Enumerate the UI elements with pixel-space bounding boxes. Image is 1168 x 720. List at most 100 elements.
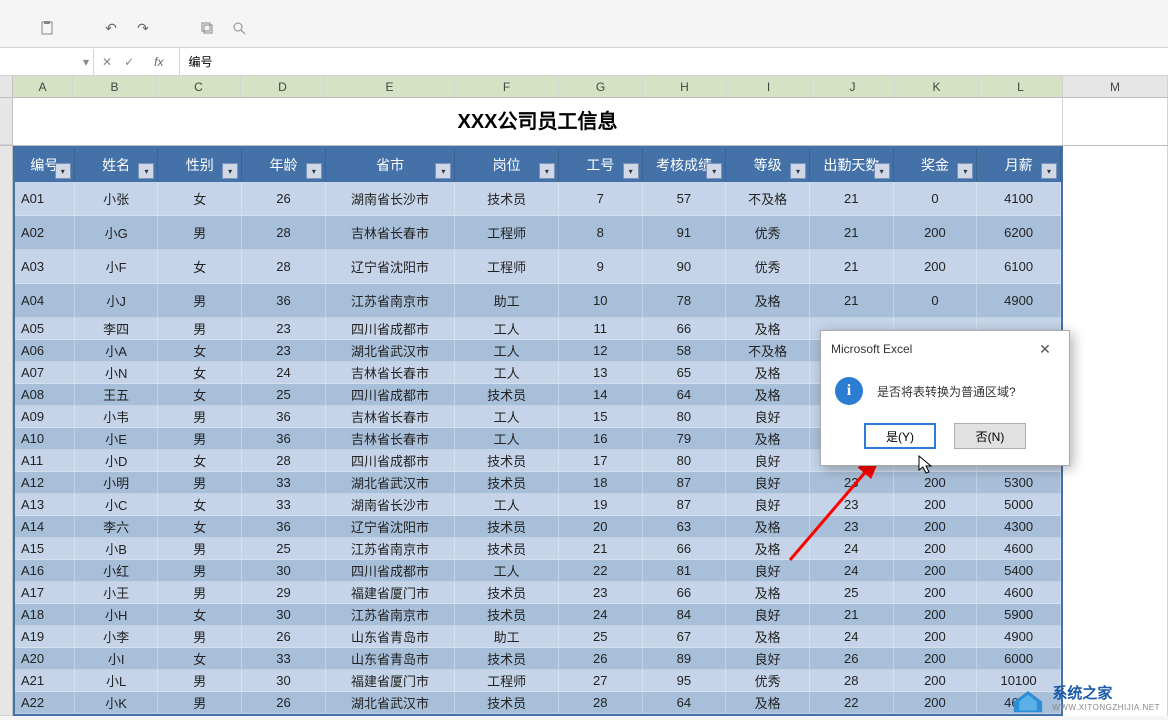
cell-wid[interactable]: 25 (559, 626, 643, 648)
col-header-J[interactable]: J (811, 76, 895, 97)
cell-name[interactable]: 小F (75, 250, 159, 284)
cell-job[interactable]: 工人 (455, 340, 559, 362)
cell-score[interactable]: 87 (643, 472, 727, 494)
table-row[interactable]: A22小K男26湖北省武汉市技术员2864及格222004600 (15, 692, 1061, 714)
table-row[interactable]: A17小王男29福建省厦门市技术员2366及格252004600 (15, 582, 1061, 604)
cell-job[interactable]: 工程师 (455, 216, 559, 250)
cell-age[interactable]: 24 (242, 362, 326, 384)
cell-grade[interactable]: 良好 (726, 494, 810, 516)
cell-bonus[interactable]: 200 (894, 626, 978, 648)
cell-wid[interactable]: 24 (559, 604, 643, 626)
cell-age[interactable]: 33 (242, 472, 326, 494)
cell-bonus[interactable]: 0 (894, 284, 978, 318)
cell-wid[interactable]: 18 (559, 472, 643, 494)
col-header-M[interactable]: M (1063, 76, 1168, 97)
cell-days[interactable]: 21 (810, 284, 894, 318)
cell-job[interactable]: 助工 (455, 284, 559, 318)
table-row[interactable]: A12小明男33湖北省武汉市技术员1887良好232005300 (15, 472, 1061, 494)
table-row[interactable]: A16小红男30四川省成都市工人2281良好242005400 (15, 560, 1061, 582)
cell-score[interactable]: 91 (643, 216, 727, 250)
cell-name[interactable]: 小C (75, 494, 159, 516)
select-all-corner[interactable] (0, 76, 13, 97)
cell-prov[interactable]: 吉林省长春市 (326, 428, 456, 450)
cell-bonus[interactable]: 200 (894, 250, 978, 284)
cell-age[interactable]: 26 (242, 182, 326, 216)
cell-name[interactable]: 小N (75, 362, 159, 384)
cell-name[interactable]: 小L (75, 670, 159, 692)
cell-score[interactable]: 80 (643, 406, 727, 428)
cell-wid[interactable]: 21 (559, 538, 643, 560)
cell-name[interactable]: 小J (75, 284, 159, 318)
cell-prov[interactable]: 四川省成都市 (326, 560, 456, 582)
sheet-title[interactable]: XXX公司员工信息 (13, 98, 1063, 145)
cell-score[interactable]: 81 (643, 560, 727, 582)
cell-age[interactable]: 30 (242, 670, 326, 692)
col-header-A[interactable]: A (13, 76, 73, 97)
cell-sex[interactable]: 女 (158, 450, 242, 472)
redo-button[interactable]: ↷ (131, 16, 155, 40)
cell-prov[interactable]: 辽宁省沈阳市 (326, 250, 456, 284)
cell-id[interactable]: A19 (15, 626, 75, 648)
filter-button[interactable]: ▾ (55, 163, 71, 179)
copy-icon[interactable] (195, 16, 219, 40)
cell-days[interactable]: 21 (810, 216, 894, 250)
cell-salary[interactable]: 5400 (977, 560, 1061, 582)
filter-button[interactable]: ▾ (623, 163, 639, 179)
col-header-L[interactable]: L (979, 76, 1063, 97)
cell-sex[interactable]: 女 (158, 648, 242, 670)
cell-name[interactable]: 小H (75, 604, 159, 626)
cell-name[interactable]: 王五 (75, 384, 159, 406)
cell-age[interactable]: 26 (242, 626, 326, 648)
cell-days[interactable]: 23 (810, 516, 894, 538)
cell-wid[interactable]: 13 (559, 362, 643, 384)
table-row[interactable]: A19小李男26山东省青岛市助工2567及格242004900 (15, 626, 1061, 648)
cell-grade[interactable]: 不及格 (726, 182, 810, 216)
close-button[interactable]: ✕ (1031, 335, 1059, 363)
cell-score[interactable]: 95 (643, 670, 727, 692)
cell-id[interactable]: A17 (15, 582, 75, 604)
cell-name[interactable]: 小G (75, 216, 159, 250)
cell-job[interactable]: 工程师 (455, 670, 559, 692)
cell-sex[interactable]: 男 (158, 472, 242, 494)
cell-id[interactable]: A10 (15, 428, 75, 450)
cell-sex[interactable]: 女 (158, 182, 242, 216)
paste-button[interactable] (35, 16, 59, 40)
cell-sex[interactable]: 女 (158, 494, 242, 516)
cell-grade[interactable]: 及格 (726, 626, 810, 648)
cell-age[interactable]: 28 (242, 216, 326, 250)
cell-age[interactable]: 33 (242, 648, 326, 670)
cell-prov[interactable]: 江苏省南京市 (326, 538, 456, 560)
cell-name[interactable]: 小B (75, 538, 159, 560)
cell-score[interactable]: 66 (643, 538, 727, 560)
cell-job[interactable]: 技术员 (455, 182, 559, 216)
cell-sex[interactable]: 男 (158, 560, 242, 582)
empty-cell[interactable] (1063, 98, 1168, 145)
cell-wid[interactable]: 12 (559, 340, 643, 362)
cell-prov[interactable]: 山东省青岛市 (326, 626, 456, 648)
cell-id[interactable]: A03 (15, 250, 75, 284)
cell-wid[interactable]: 22 (559, 560, 643, 582)
cell-salary[interactable]: 6100 (977, 250, 1061, 284)
filter-button[interactable]: ▾ (539, 163, 555, 179)
cell-score[interactable]: 80 (643, 450, 727, 472)
yes-button[interactable]: 是(Y) (864, 423, 936, 449)
cell-bonus[interactable]: 200 (894, 670, 978, 692)
cell-days[interactable]: 23 (810, 472, 894, 494)
cell-days[interactable]: 23 (810, 494, 894, 516)
cell-name[interactable]: 小红 (75, 560, 159, 582)
cell-bonus[interactable]: 200 (894, 560, 978, 582)
cell-wid[interactable]: 9 (559, 250, 643, 284)
cell-bonus[interactable]: 200 (894, 516, 978, 538)
cell-wid[interactable]: 19 (559, 494, 643, 516)
dialog-titlebar[interactable]: Microsoft Excel ✕ (821, 331, 1069, 367)
cell-salary[interactable]: 6000 (977, 648, 1061, 670)
empty-col[interactable] (1063, 146, 1168, 716)
col-header-I[interactable]: I (727, 76, 811, 97)
cell-salary[interactable]: 4600 (977, 582, 1061, 604)
cell-sex[interactable]: 男 (158, 538, 242, 560)
cell-score[interactable]: 78 (643, 284, 727, 318)
cell-grade[interactable]: 及格 (726, 318, 810, 340)
cell-job[interactable]: 技术员 (455, 472, 559, 494)
cell-score[interactable]: 89 (643, 648, 727, 670)
cell-sex[interactable]: 男 (158, 428, 242, 450)
